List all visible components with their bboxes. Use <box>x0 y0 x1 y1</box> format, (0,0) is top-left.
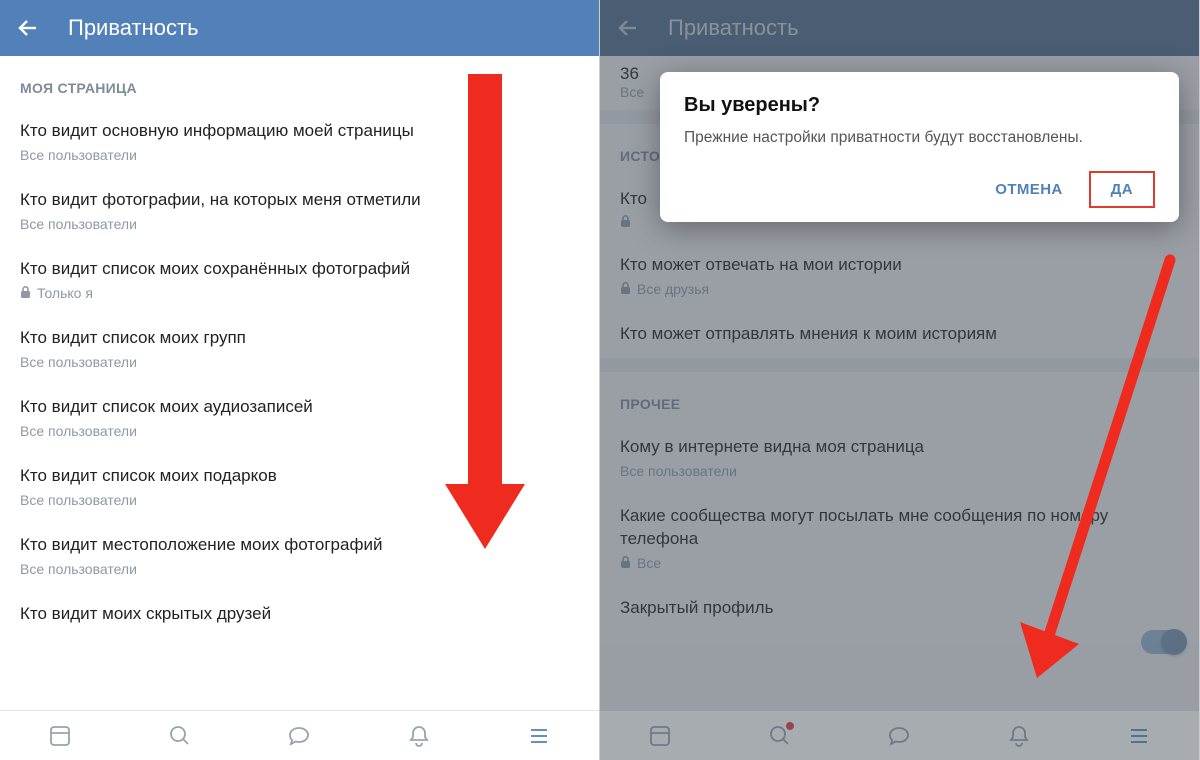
setting-value: Все пользователи <box>20 561 579 577</box>
dialog-message: Прежние настройки приватности будут восс… <box>684 127 1155 149</box>
left-screenshot: Приватность МОЯ СТРАНИЦА Кто видит основ… <box>0 0 600 760</box>
setting-row[interactable]: Кто видит моих скрытых друзей <box>0 589 599 638</box>
page-title: Приватность <box>68 15 199 41</box>
setting-row[interactable]: Кто видит список моих сохранённых фотогр… <box>0 244 599 313</box>
settings-list: МОЯ СТРАНИЦА Кто видит основную информац… <box>0 56 599 710</box>
setting-row[interactable]: Кто видит фотографии, на которых меня от… <box>0 175 599 244</box>
setting-value: Все пользователи <box>20 492 579 508</box>
section-header-my-page: МОЯ СТРАНИЦА <box>0 56 599 106</box>
back-arrow-icon[interactable] <box>16 16 40 40</box>
setting-label: Кто видит список моих аудиозаписей <box>20 396 579 419</box>
nav-menu-icon[interactable] <box>519 716 559 756</box>
nav-feed-icon[interactable] <box>40 716 80 756</box>
setting-value: Все пользователи <box>20 216 579 232</box>
setting-label: Кто видит список моих подарков <box>20 465 579 488</box>
setting-row[interactable]: Кто видит список моих групп Все пользова… <box>0 313 599 382</box>
setting-value: Только я <box>20 285 579 301</box>
dialog-title: Вы уверены? <box>684 94 1155 117</box>
right-screenshot: Приватность 36 Все ИСТО Кто Кто <box>600 0 1200 760</box>
setting-label: Кто видит местоположение моих фотографий <box>20 534 579 557</box>
setting-row[interactable]: Кто видит основную информацию моей стран… <box>0 106 599 175</box>
lock-icon <box>20 286 31 299</box>
cancel-button[interactable]: ОТМЕНА <box>977 171 1080 208</box>
nav-search-icon[interactable] <box>160 716 200 756</box>
dialog-actions: ОТМЕНА ДА <box>684 171 1155 208</box>
nav-messages-icon[interactable] <box>279 716 319 756</box>
setting-value: Все пользователи <box>20 147 579 163</box>
setting-row[interactable]: Кто видит местоположение моих фотографий… <box>0 520 599 589</box>
bottom-nav <box>0 710 599 760</box>
setting-label: Кто видит список моих сохранённых фотогр… <box>20 258 579 281</box>
setting-value: Все пользователи <box>20 354 579 370</box>
setting-row[interactable]: Кто видит список моих подарков Все польз… <box>0 451 599 520</box>
confirm-button[interactable]: ДА <box>1089 171 1155 208</box>
setting-row[interactable]: Кто видит список моих аудиозаписей Все п… <box>0 382 599 451</box>
setting-label: Кто видит список моих групп <box>20 327 579 350</box>
setting-label: Кто видит основную информацию моей стран… <box>20 120 579 143</box>
header: Приватность <box>0 0 599 56</box>
setting-label: Кто видит фотографии, на которых меня от… <box>20 189 579 212</box>
setting-label: Кто видит моих скрытых друзей <box>20 603 579 626</box>
confirm-dialog: Вы уверены? Прежние настройки приватност… <box>660 72 1179 222</box>
nav-notifications-icon[interactable] <box>399 716 439 756</box>
setting-value: Все пользователи <box>20 423 579 439</box>
